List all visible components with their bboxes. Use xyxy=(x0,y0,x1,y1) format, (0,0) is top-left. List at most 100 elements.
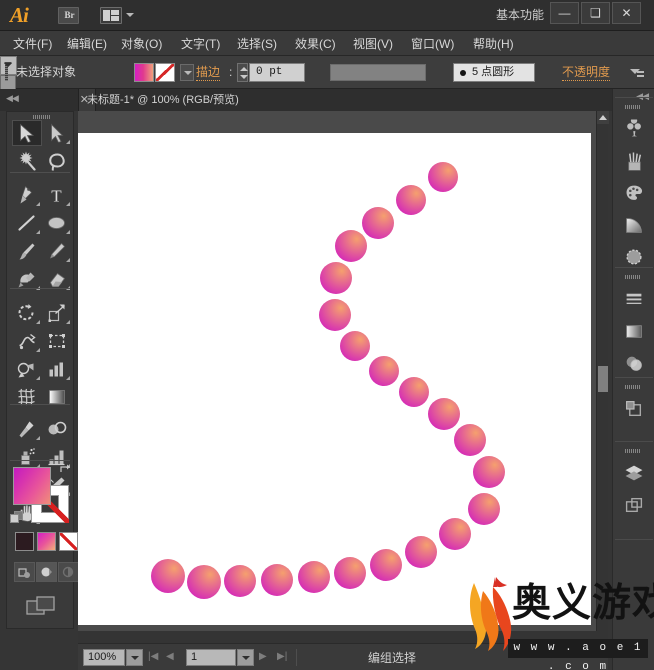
canvas-area[interactable] xyxy=(78,111,608,643)
control-bar-menu-icon[interactable] xyxy=(630,66,644,78)
zoom-level-dropdown[interactable] xyxy=(126,649,143,666)
fullscreen-menubar-mode-button[interactable] xyxy=(36,562,57,582)
panel-group-grip-2[interactable] xyxy=(625,385,641,389)
type-tool[interactable]: T xyxy=(42,182,72,208)
rotate-tool[interactable] xyxy=(12,300,42,326)
brushes-panel-icon[interactable] xyxy=(620,147,648,175)
menu-item-5[interactable]: 效果(C) xyxy=(292,35,339,53)
default-fill-stroke-icon[interactable] xyxy=(10,511,23,524)
next-artboard-button[interactable]: ▶ xyxy=(259,651,267,662)
color-mode-button[interactable] xyxy=(15,532,34,551)
magic-wand-tool[interactable] xyxy=(12,148,42,174)
normal-screen-mode-button[interactable] xyxy=(14,562,35,582)
stroke-color-swatch[interactable] xyxy=(155,63,175,82)
artboard-number-input[interactable]: 1 xyxy=(186,649,236,666)
previous-artboard-button[interactable]: ◀ xyxy=(166,651,174,662)
arrange-documents-button[interactable] xyxy=(100,7,122,24)
mesh-tool[interactable] xyxy=(12,384,42,410)
free-transform-tool[interactable] xyxy=(42,328,72,354)
tool-flyout-indicator-icon[interactable] xyxy=(36,436,40,440)
direct-selection-tool[interactable] xyxy=(42,120,72,146)
panel-group-grip-0[interactable] xyxy=(625,105,641,109)
status-text-label[interactable]: 编组选择 xyxy=(368,650,416,666)
artboards-panel-icon[interactable] xyxy=(620,491,648,519)
menu-item-3[interactable]: 文字(T) xyxy=(178,35,223,53)
scroll-up-button[interactable] xyxy=(597,111,609,124)
fill-color-box[interactable] xyxy=(13,467,51,505)
tool-flyout-indicator-icon[interactable] xyxy=(66,376,70,380)
stroke-weight-stepper[interactable] xyxy=(237,63,248,82)
pathfinder-panel-icon[interactable] xyxy=(620,395,648,423)
graphic-styles-panel-icon[interactable] xyxy=(620,349,648,377)
stroke-dropdown-button[interactable] xyxy=(180,64,194,81)
stepper-up-icon[interactable] xyxy=(240,67,248,71)
menu-item-1[interactable]: 编辑(E) xyxy=(64,35,110,53)
minimize-button[interactable]: — xyxy=(550,2,579,24)
fill-color-swatch[interactable] xyxy=(134,63,154,82)
collapse-panel-left-icon[interactable]: ◀◀ xyxy=(6,93,19,104)
tool-flyout-indicator-icon[interactable] xyxy=(66,140,70,144)
layers-panel-icon[interactable] xyxy=(620,459,648,487)
close-button[interactable]: ✕ xyxy=(612,2,641,24)
ellipse-tool[interactable] xyxy=(42,210,72,236)
pencil-tool[interactable] xyxy=(42,238,72,264)
change-screen-mode-icon[interactable] xyxy=(26,594,56,618)
menu-item-4[interactable]: 选择(S) xyxy=(234,35,280,53)
column-graph-tool[interactable] xyxy=(42,356,72,382)
tool-flyout-indicator-icon[interactable] xyxy=(66,258,70,262)
zoom-level-input[interactable]: 100% xyxy=(83,649,125,666)
gradient-mode-button[interactable] xyxy=(37,532,56,551)
variable-width-profile-input[interactable] xyxy=(330,64,426,81)
menu-item-6[interactable]: 视图(V) xyxy=(350,35,396,53)
scale-tool[interactable] xyxy=(42,300,72,326)
menu-item-0[interactable]: 文件(F) xyxy=(10,35,55,53)
stepper-down-icon[interactable] xyxy=(240,75,248,79)
selection-tool[interactable] xyxy=(12,120,42,146)
tool-flyout-indicator-icon[interactable] xyxy=(36,348,40,352)
horizontal-scrollbar[interactable] xyxy=(78,631,608,643)
artboard[interactable] xyxy=(78,133,591,625)
pen-tool[interactable] xyxy=(12,182,42,208)
tool-flyout-indicator-icon[interactable] xyxy=(66,202,70,206)
gradient-panel-icon[interactable] xyxy=(620,211,648,239)
stroke-weight-input[interactable]: 0 pt xyxy=(249,63,305,82)
appearance-panel-icon[interactable] xyxy=(620,317,648,345)
tool-flyout-indicator-icon[interactable] xyxy=(36,202,40,206)
tool-flyout-indicator-icon[interactable] xyxy=(66,230,70,234)
width-tool[interactable] xyxy=(12,328,42,354)
chevron-down-icon[interactable] xyxy=(126,13,134,17)
workspace-switcher[interactable]: 基本功能 xyxy=(496,6,544,24)
symbols-panel-icon[interactable] xyxy=(620,115,648,143)
tool-flyout-indicator-icon[interactable] xyxy=(36,376,40,380)
brush-definition-input[interactable]: 5 点圆形 xyxy=(453,63,535,82)
document-tab[interactable]: 未标题-1* @ 100% (RGB/预览) ✕ xyxy=(78,89,239,111)
first-artboard-button[interactable]: |◀ xyxy=(148,651,158,662)
none-mode-button[interactable] xyxy=(59,532,78,551)
eyedropper-tool[interactable] xyxy=(12,416,42,442)
tools-panel-grip[interactable] xyxy=(33,115,50,119)
shape-builder-tool[interactable] xyxy=(12,356,42,382)
menu-item-7[interactable]: 窗口(W) xyxy=(408,35,457,53)
artboard-number-dropdown[interactable] xyxy=(237,649,254,666)
last-artboard-button[interactable]: ▶| xyxy=(277,651,287,662)
tool-flyout-indicator-icon[interactable] xyxy=(36,320,40,324)
maximize-button[interactable]: ❑ xyxy=(581,2,610,24)
stroke-panel-icon[interactable] xyxy=(620,285,648,313)
panel-group-grip-1[interactable] xyxy=(625,275,641,279)
vertical-scrollbar[interactable] xyxy=(596,111,609,643)
line-segment-tool[interactable] xyxy=(12,210,42,236)
lasso-tool[interactable] xyxy=(42,148,72,174)
opacity-label[interactable]: 不透明度 xyxy=(562,65,611,81)
paintbrush-tool[interactable] xyxy=(12,238,42,264)
vertical-scrollbar-thumb[interactable] xyxy=(598,366,608,392)
gradient-tool[interactable] xyxy=(42,384,72,410)
stroke-weight-label[interactable]: 描边 xyxy=(196,65,221,81)
panel-group-grip-3[interactable] xyxy=(625,449,641,453)
swap-fill-stroke-icon[interactable] xyxy=(59,463,71,475)
menu-item-8[interactable]: 帮助(H) xyxy=(470,35,517,53)
blend-tool[interactable] xyxy=(42,416,72,442)
menu-item-2[interactable]: 对象(O) xyxy=(118,35,165,53)
fullscreen-mode-button[interactable] xyxy=(58,562,79,582)
close-icon[interactable]: ✕ xyxy=(80,92,89,108)
tool-flyout-indicator-icon[interactable] xyxy=(66,320,70,324)
